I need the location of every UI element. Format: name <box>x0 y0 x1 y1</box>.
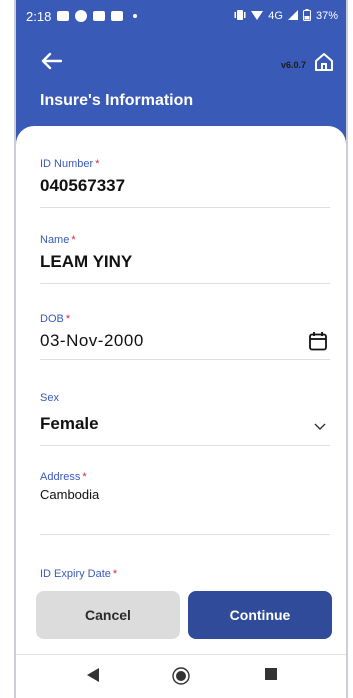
name-value: LEAM YINY <box>40 252 133 271</box>
id-number-field[interactable]: ID Number * 040567337 <box>40 158 330 208</box>
sex-value: Female <box>40 414 99 433</box>
address-label: Address * <box>40 471 87 483</box>
sex-select[interactable]: Sex Female <box>40 392 330 446</box>
chevron-down-icon[interactable] <box>314 418 326 436</box>
battery-icon <box>302 8 311 24</box>
signal-icon <box>287 9 298 23</box>
network-type: 4G <box>268 10 283 22</box>
nav-recents-icon[interactable] <box>264 667 278 686</box>
more-notifications-icon <box>133 14 138 18</box>
gallery-notification-icon <box>57 11 70 21</box>
youtube-notification-icon <box>93 11 106 21</box>
battery-percent: 37% <box>315 10 338 22</box>
id-number-label: ID Number * <box>40 158 100 170</box>
calendar-icon[interactable] <box>308 331 328 356</box>
cancel-button[interactable]: Cancel <box>36 591 180 639</box>
app-bar: v6.0.7 <box>16 32 346 92</box>
name-field[interactable]: Name * LEAM YINY <box>40 234 330 284</box>
home-button[interactable] <box>312 50 336 74</box>
status-bar: 2:18 4G 37% <box>16 0 346 32</box>
wifi-icon <box>251 9 264 24</box>
continue-button[interactable]: Continue <box>188 591 332 639</box>
status-time: 2:18 <box>26 8 52 24</box>
address-field[interactable]: Address * Cambodia <box>40 471 330 535</box>
name-label: Name * <box>40 234 76 246</box>
sex-label: Sex <box>40 392 59 404</box>
arrow-left-icon <box>41 52 62 70</box>
youtube-notification-icon-2 <box>111 11 124 21</box>
dob-field[interactable]: DOB * 03-Nov-2000 <box>40 313 330 360</box>
facebook-notification-icon <box>75 10 88 22</box>
dob-value: 03-Nov-2000 <box>40 331 144 350</box>
address-value: Cambodia <box>40 487 100 502</box>
home-icon <box>315 53 333 71</box>
system-nav-bar <box>16 654 346 698</box>
form-card: ID Number * 040567337 Name * LEAM YINY DOB… <box>16 126 346 698</box>
dob-label: DOB * <box>40 313 71 325</box>
back-button[interactable] <box>36 46 66 76</box>
status-left: 2:18 <box>26 8 138 24</box>
nav-home-icon[interactable] <box>172 667 190 690</box>
nav-back-icon[interactable] <box>86 667 100 688</box>
app-version: v6.0.7 <box>280 60 306 70</box>
page-title: Insure's Information <box>40 92 194 109</box>
id-expiry-label: ID Expiry Date * <box>40 568 118 580</box>
id-number-value: 040567337 <box>40 176 126 195</box>
id-expiry-field[interactable]: ID Expiry Date * <box>40 568 330 592</box>
vibrate-icon <box>234 9 246 24</box>
phone-screen: 2:18 4G 37% v6.0.7 Insure's Information … <box>14 0 348 698</box>
status-right: 4G 37% <box>234 8 338 24</box>
